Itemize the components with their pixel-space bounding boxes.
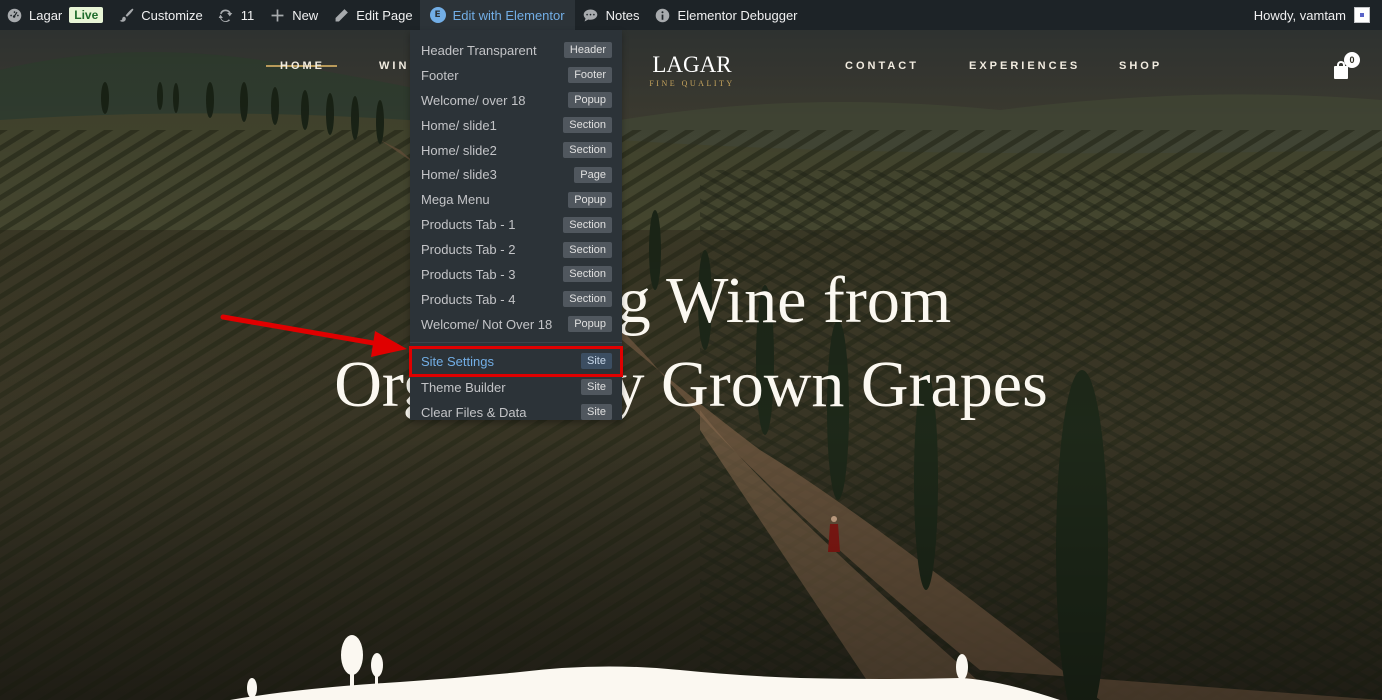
dropdown-item-mega-menu[interactable]: Mega Menu Popup [410, 187, 622, 212]
hero-heading-line-2: Organically Grown Grapes [334, 348, 1048, 421]
dropdown-item-home-slide3[interactable]: Home/ slide3 Page [410, 162, 622, 187]
my-account-menu[interactable]: Howdy, vamtam [1254, 7, 1382, 23]
annotation-arrow [220, 314, 407, 357]
dropdown-item-products-tab-2[interactable]: Products Tab - 2 Section [410, 237, 622, 262]
dropdown-item-label: Products Tab - 3 [421, 266, 516, 282]
new-content-button[interactable]: New [261, 0, 325, 30]
dropdown-item-label: Products Tab - 2 [421, 242, 516, 258]
dropdown-item-products-tab-4[interactable]: Products Tab - 4 Section [410, 287, 622, 312]
dropdown-item-label: Theme Builder [421, 379, 506, 395]
refresh-icon [217, 6, 235, 24]
dropdown-item-label: Header Transparent [421, 42, 537, 58]
dropdown-item-type-badge: Section [563, 266, 612, 283]
dropdown-item-type-badge: Header [563, 42, 612, 59]
edit-page-button[interactable]: Edit Page [325, 0, 419, 30]
dropdown-item-type-badge: Section [563, 291, 612, 308]
dropdown-item-label: Home/ slide3 [421, 167, 497, 183]
logo-tagline: FINE QUALITY [649, 79, 735, 88]
customize-label: Customize [141, 7, 203, 23]
dropdown-item-theme-builder[interactable]: Theme Builder Site [410, 375, 622, 400]
elementor-templates-dropdown: Header Transparent Header Footer Footer Welc… [409, 30, 623, 421]
dropdown-item-label: Footer [421, 67, 459, 83]
notes-label: Notes [605, 7, 640, 23]
elementor-debugger-label: Elementor Debugger [677, 7, 798, 23]
dropdown-item-products-tab-1[interactable]: Products Tab - 1 Section [410, 212, 622, 237]
site-name-label: Lagar [29, 7, 63, 23]
dropdown-item-type-badge: Site [581, 379, 612, 396]
site-name-menu[interactable]: Lagar Live [0, 0, 110, 30]
avatar [1354, 7, 1370, 23]
dropdown-item-type-badge: Site [581, 353, 612, 370]
dropdown-item-type-badge: Page [574, 166, 612, 183]
dropdown-item-clear-files-data[interactable]: Clear Files & Data Site [410, 400, 622, 425]
site-header: HOME WIN LAGAR FINE QUALITY CONTACT EXPE… [0, 30, 1382, 100]
updates-count: 11 [240, 7, 255, 23]
dropdown-item-type-badge: Popup [568, 191, 612, 208]
hero-section: HOME WIN LAGAR FINE QUALITY CONTACT EXPE… [0, 30, 1382, 700]
dropdown-item-type-badge: Popup [568, 316, 612, 333]
elementor-debugger-button[interactable]: Elementor Debugger [647, 0, 805, 30]
nav-contact[interactable]: CONTACT [845, 60, 919, 72]
live-badge: Live [69, 7, 104, 23]
dropdown-item-welcome-not-over-18[interactable]: Welcome/ Not Over 18 Popup [410, 312, 622, 337]
site-logo[interactable]: LAGAR FINE QUALITY [622, 52, 762, 88]
dropdown-item-label: Site Settings [421, 353, 494, 369]
nav-wines[interactable]: WIN [379, 60, 409, 72]
dropdown-item-home-slide2[interactable]: Home/ slide2 Section [410, 138, 622, 163]
dropdown-item-label: Mega Menu [421, 192, 490, 208]
elementor-icon: E [429, 7, 446, 23]
howdy-label: Howdy, vamtam [1253, 7, 1346, 23]
dropdown-item-type-badge: Section [563, 216, 612, 233]
pencil-icon [332, 6, 350, 24]
dropdown-item-label: Home/ slide2 [421, 142, 497, 158]
dashboard-icon [5, 6, 23, 24]
cart-count-badge: 0 [1344, 52, 1360, 68]
dropdown-item-type-badge: Section [563, 142, 612, 158]
hero-heading-line-1: Crafting Wine from [430, 264, 952, 337]
dropdown-item-site-settings[interactable]: Site Settings Site [409, 345, 623, 377]
info-icon [654, 6, 672, 24]
logo-wordmark: LAGAR [652, 52, 732, 77]
dropdown-item-products-tab-3[interactable]: Products Tab - 3 Section [410, 262, 622, 287]
nav-home[interactable]: HOME [266, 60, 337, 72]
edit-with-elementor-label: Edit with Elementor [452, 7, 565, 23]
dropdown-item-type-badge: Section [563, 117, 612, 134]
edit-page-label: Edit Page [356, 7, 413, 23]
plus-icon [268, 6, 286, 24]
hill-silhouette-divider [230, 635, 1060, 700]
dropdown-item-welcome-over-18[interactable]: Welcome/ over 18 Popup [410, 88, 622, 113]
dropdown-item-label: Products Tab - 1 [421, 217, 516, 233]
dropdown-item-home-slide1[interactable]: Home/ slide1 Section [410, 113, 622, 138]
paintbrush-icon [117, 6, 135, 24]
dropdown-separator [410, 341, 622, 343]
new-label: New [292, 7, 319, 23]
dropdown-item-type-badge: Footer [568, 67, 612, 84]
nav-experiences[interactable]: EXPERIENCES [969, 60, 1080, 72]
notes-button[interactable]: Notes [575, 0, 647, 30]
dropdown-item-label: Products Tab - 4 [421, 291, 516, 307]
dropdown-item-footer[interactable]: Footer Footer [410, 63, 622, 88]
speech-bubble-icon [582, 6, 600, 24]
dropdown-item-label: Welcome/ over 18 [421, 92, 526, 108]
dropdown-item-header-transparent[interactable]: Header Transparent Header [410, 38, 622, 63]
updates-button[interactable]: 11 [210, 0, 262, 30]
dropdown-item-label: Home/ slide1 [421, 117, 497, 133]
dropdown-item-type-badge: Popup [568, 92, 612, 109]
dropdown-item-type-badge: Site [581, 404, 612, 421]
nav-shop[interactable]: SHOP [1119, 60, 1162, 72]
dropdown-item-type-badge: Section [563, 241, 612, 258]
dropdown-item-label: Clear Files & Data [421, 404, 527, 420]
dropdown-item-label: Welcome/ Not Over 18 [421, 316, 553, 332]
wp-admin-bar: Lagar Live Customize 11 New Edit Page E … [0, 0, 1382, 30]
customize-button[interactable]: Customize [110, 0, 209, 30]
edit-with-elementor-button[interactable]: E Edit with Elementor [419, 0, 575, 30]
